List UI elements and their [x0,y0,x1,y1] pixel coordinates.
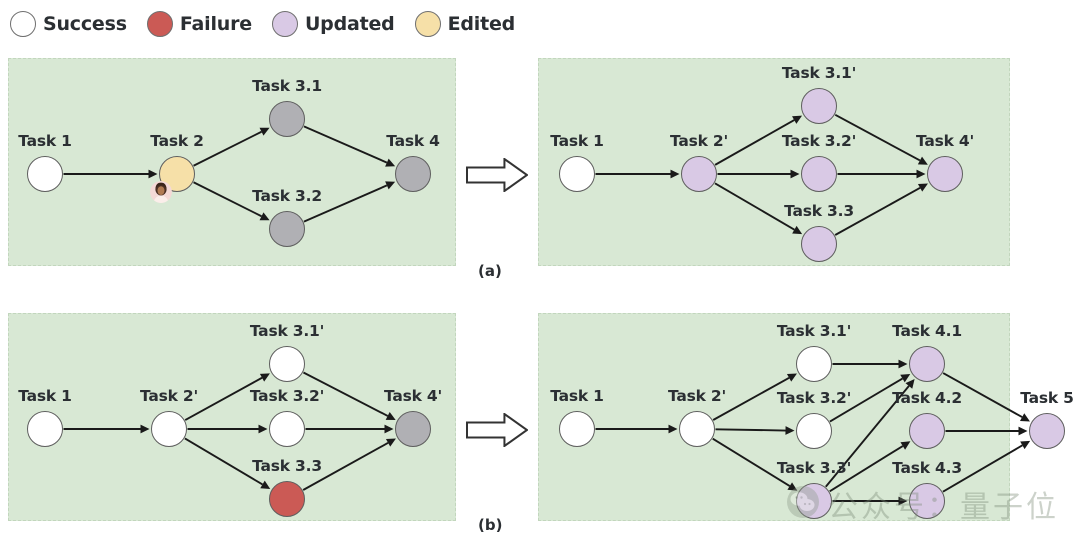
legend-label: Failure [179,13,252,35]
task-node-updated[interactable] [909,483,945,519]
edge-arrowhead [916,169,926,179]
edge-line [303,125,388,164]
task-node-success[interactable] [559,156,595,192]
node-label: Task 1 [18,387,72,405]
legend-item-edited: Edited [414,11,516,37]
task-node-success[interactable] [559,411,595,447]
node-label: Task 3.1' [781,64,857,82]
task-node-success[interactable] [796,413,832,449]
task-node-updated[interactable] [801,156,837,192]
circle-icon [146,11,173,37]
edge-layer [63,125,396,223]
edge-line [714,182,795,231]
edge-arrowhead [384,424,394,434]
task-node-updated[interactable] [1029,413,1065,449]
task-node-updated[interactable] [796,483,832,519]
node-label: Task 4 [386,132,440,150]
legend-item-updated: Updated [271,11,395,37]
task-node-success[interactable] [27,411,63,447]
edge-arrowhead [668,424,678,434]
panel-b-after: Task 1 Task 2' Task 3.1' Task 3.2' Task 3.3'… [538,313,1074,521]
edge-line [184,437,263,486]
edge-arrowhead [148,169,158,179]
diagram-stage: Success Failure Updated Edited Task 1 Task 2… [0,0,1080,550]
circle-icon [271,11,298,37]
node-label: Task 4.3 [892,459,962,477]
node-label: Task 2' [667,387,727,405]
task-node-success[interactable] [679,411,715,447]
panel-a-before: Task 1 Task 2 Task 3.1 Task 3.2 Task 4 [8,58,456,266]
legend-label: Edited [447,13,516,35]
node-label: Task 2' [139,387,199,405]
node-label: Task 3.2' [249,387,325,405]
legend-label: Success [43,13,127,35]
legend: Success Failure Updated Edited [10,4,535,44]
edge-arrowhead [140,424,150,434]
node-label: Task 2' [669,132,729,150]
node-label: Task 3.2' [781,132,857,150]
node-label: Task 4' [915,132,975,150]
node-label: Task 3.2' [776,389,852,407]
edge-arrowhead [898,359,908,369]
edge-arrowhead [670,169,680,179]
task-node-updated[interactable] [927,156,963,192]
node-label: Task 3.1' [249,322,325,340]
task-node-updated[interactable] [909,413,945,449]
panel-b-before: Task 1 Task 2' Task 3.1' Task 3.2' Task 3.3 T… [8,313,456,521]
node-label: Task 5 [1020,389,1074,407]
task-node-success[interactable] [796,346,832,382]
edge-arrowhead [785,426,795,435]
transition-arrow-icon [466,412,529,451]
node-label: Task 4' [383,387,443,405]
panel-a-after: Task 1 Task 2' Task 3.1' Task 3.2' Task 3.3 T… [538,58,1010,266]
edge-arrowhead [258,424,268,434]
task-node-updated[interactable] [909,346,945,382]
edge-line [715,428,786,432]
transition-arrow-icon [466,157,529,196]
edge-arrowhead [790,169,800,179]
task-node-success[interactable] [269,346,305,382]
edge-layer [63,371,396,491]
task-node-failure[interactable] [269,481,305,517]
node-label: Task 4.2 [892,389,962,407]
task-node-pending[interactable] [269,211,305,247]
task-node-success[interactable] [269,411,305,447]
circle-icon [10,11,36,37]
task-node-updated[interactable] [801,88,837,124]
section-letter: (a) [478,262,502,280]
legend-label: Updated [304,13,395,35]
task-node-pending[interactable] [395,411,431,447]
task-node-success[interactable] [27,156,63,192]
node-label: Task 3.3 [784,202,854,220]
node-label: Task 2 [150,132,204,150]
node-label: Task 3.1' [776,322,852,340]
node-label: Task 1 [550,132,604,150]
edge-arrowhead [1018,426,1028,436]
circle-icon [414,11,441,37]
node-label: Task 1 [550,387,604,405]
task-node-success[interactable] [151,411,187,447]
legend-item-failure: Failure [146,11,252,37]
task-node-pending[interactable] [395,156,431,192]
node-label: Task 3.3' [776,459,852,477]
user-avatar-icon[interactable] [150,181,172,203]
task-node-pending[interactable] [269,101,305,137]
node-label: Task 3.1 [252,77,322,95]
node-label: Task 3.2 [252,187,322,205]
edge-arrowhead [898,496,908,506]
task-node-updated[interactable] [801,226,837,262]
legend-item-success: Success [10,11,127,37]
node-label: Task 1 [18,132,72,150]
task-node-updated[interactable] [681,156,717,192]
section-letter: (b) [478,516,503,534]
node-label: Task 4.1 [892,322,962,340]
node-label: Task 3.3 [252,457,322,475]
